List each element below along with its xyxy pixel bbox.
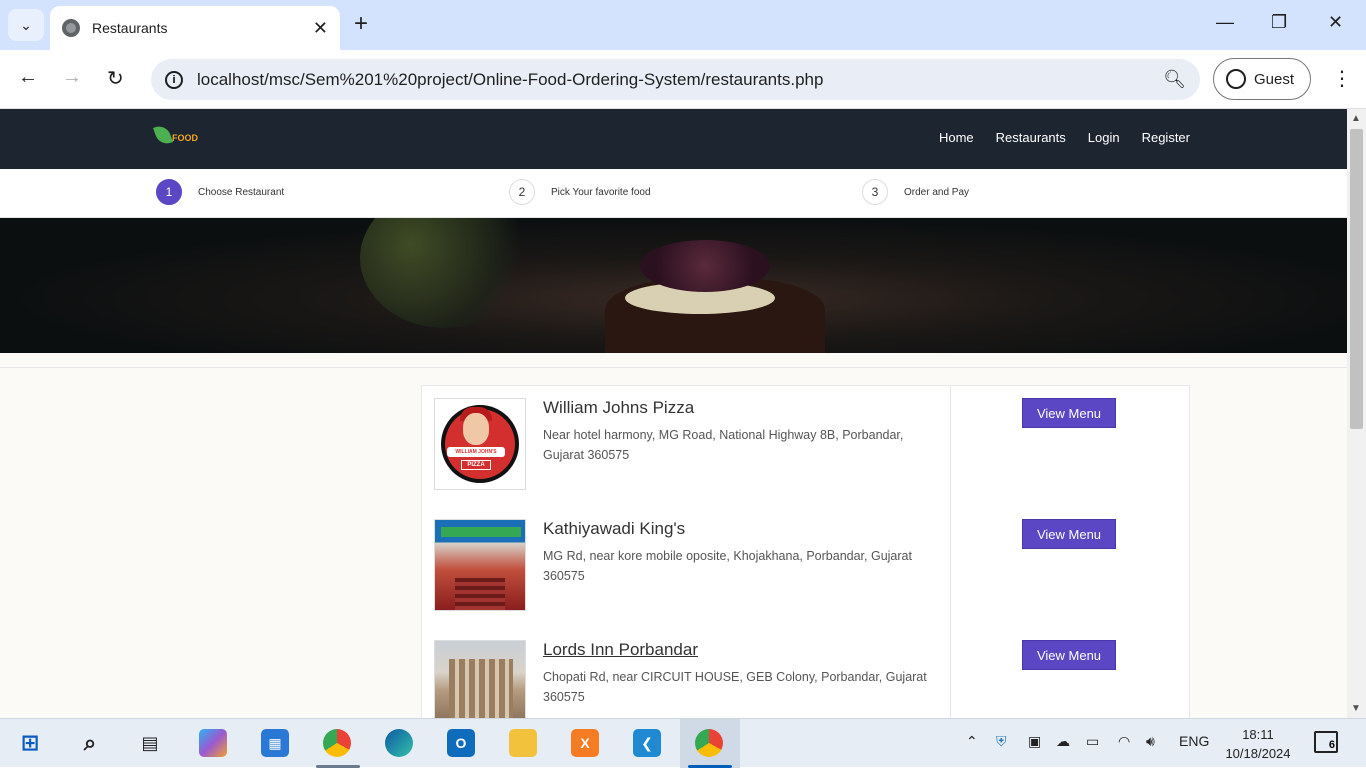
battery-icon[interactable]: ▭: [1086, 733, 1099, 750]
language-indicator[interactable]: ENG: [1179, 733, 1209, 749]
site-info-icon[interactable]: i: [165, 70, 183, 89]
windows-taskbar: ⊞ ⌕ ▤ ▦ O X ❮ ⌃ ⛨ ▣ ☁ ▭ ◠ 🔊︎ ENG 18:11 1…: [0, 718, 1366, 768]
browser-tab-bar: ⌄ Restaurants ✕ + — ❐ ✕: [0, 0, 1366, 50]
divider: [0, 367, 1347, 368]
restaurant-address: Chopati Rd, near CIRCUIT HOUSE, GEB Colo…: [543, 670, 927, 704]
chrome-active-icon[interactable]: [695, 729, 723, 757]
browser-toolbar: ← → ↻ i localhost/msc/Sem%201%20project/…: [0, 50, 1366, 109]
restaurant-photo[interactable]: [434, 519, 526, 611]
nav-link-register[interactable]: Register: [1142, 130, 1190, 145]
view-menu-button[interactable]: View Menu: [1022, 519, 1116, 549]
forward-icon[interactable]: →: [62, 66, 82, 89]
restaurant-name[interactable]: William Johns Pizza: [543, 398, 694, 418]
nav-link-restaurants[interactable]: Restaurants: [996, 130, 1066, 145]
restaurant-list: WILLIAM JOHN'S PIZZA William Johns Pizza…: [421, 385, 1190, 718]
restaurant-name[interactable]: Kathiyawadi King's: [543, 519, 685, 539]
restaurant-photo[interactable]: [434, 640, 526, 718]
logo-tag-text: PIZZA: [461, 460, 491, 470]
chrome-icon[interactable]: [323, 729, 351, 757]
step-order-pay: 3 Order and Pay: [862, 179, 969, 205]
scroll-up-icon[interactable]: ▲: [1351, 113, 1361, 124]
hero-banner-image: [0, 218, 1347, 353]
step-label: Pick Your favorite food: [551, 186, 651, 198]
onedrive-icon[interactable]: ☁: [1056, 733, 1070, 750]
close-tab-icon[interactable]: ✕: [313, 18, 328, 39]
view-menu-button[interactable]: View Menu: [1022, 398, 1116, 428]
vscode-icon[interactable]: ❮: [633, 729, 661, 757]
chevron-down-icon: ⌄: [20, 16, 32, 33]
restore-icon[interactable]: ❐: [1271, 12, 1287, 33]
notification-count: 6: [1328, 739, 1335, 751]
minimize-icon[interactable]: —: [1216, 12, 1234, 33]
restaurant-name[interactable]: Lords Inn Porbandar: [543, 640, 698, 660]
copilot-icon[interactable]: [199, 729, 227, 757]
order-steps: 1 Choose Restaurant 2 Pick Your favorite…: [0, 169, 1347, 218]
site-navbar: FOOD Home Restaurants Login Register: [0, 109, 1347, 169]
leaf-icon: [153, 123, 173, 147]
clock-time: 18:11: [1242, 727, 1274, 742]
step-number: 1: [156, 179, 182, 205]
globe-icon: [62, 19, 80, 37]
restaurant-item: Kathiyawadi King's MG Rd, near kore mobi…: [434, 519, 1174, 631]
new-tab-icon[interactable]: +: [354, 12, 368, 36]
restaurant-item: Lords Inn Porbandar Chopati Rd, near CIR…: [434, 640, 1174, 718]
step-label: Choose Restaurant: [198, 186, 285, 198]
back-icon[interactable]: ←: [18, 66, 38, 89]
scroll-down-icon[interactable]: ▼: [1351, 703, 1361, 714]
restaurant-address: MG Rd, near kore mobile oposite, Khojakh…: [543, 549, 912, 583]
profile-button[interactable]: Guest: [1213, 58, 1311, 100]
browser-tab[interactable]: Restaurants ✕: [50, 6, 340, 50]
profile-label: Guest: [1254, 70, 1295, 88]
meet-icon[interactable]: ▣: [1028, 733, 1041, 750]
close-window-icon[interactable]: ✕: [1328, 12, 1343, 33]
step-pick-food: 2 Pick Your favorite food: [509, 179, 651, 205]
system-clock[interactable]: 18:11 10/18/2024: [1218, 725, 1298, 763]
logo-text: FOOD: [172, 133, 198, 143]
menu-dots-icon[interactable]: ⋮: [1332, 66, 1352, 91]
reload-icon[interactable]: ↻: [107, 66, 124, 91]
zoom-icon[interactable]: 🔍︎: [1163, 69, 1186, 90]
tray-overflow-icon[interactable]: ⌃: [966, 733, 978, 750]
step-choose-restaurant: 1 Choose Restaurant: [156, 179, 284, 205]
edge-icon[interactable]: [385, 729, 413, 757]
scroll-thumb[interactable]: [1350, 129, 1363, 429]
avatar-icon: [1226, 69, 1246, 89]
logo-banner-text: WILLIAM JOHN'S: [447, 447, 505, 457]
task-view-icon[interactable]: ▤: [136, 729, 164, 757]
security-shield-icon[interactable]: ⛨: [996, 733, 1007, 750]
nav-link-home[interactable]: Home: [939, 130, 974, 145]
address-bar[interactable]: i localhost/msc/Sem%201%20project/Online…: [151, 59, 1200, 100]
restaurant-logo[interactable]: WILLIAM JOHN'S PIZZA: [434, 398, 526, 490]
step-number: 2: [509, 179, 535, 205]
search-icon[interactable]: ⌕: [76, 729, 104, 757]
view-menu-button[interactable]: View Menu: [1022, 640, 1116, 670]
nav-link-login[interactable]: Login: [1088, 130, 1120, 145]
restaurant-item: WILLIAM JOHN'S PIZZA William Johns Pizza…: [434, 398, 1174, 510]
page-viewport: FOOD Home Restaurants Login Register 1 C…: [0, 109, 1347, 718]
outlook-icon[interactable]: O: [447, 729, 475, 757]
notification-icon[interactable]: 6: [1314, 731, 1338, 753]
windows-start-icon[interactable]: ⊞: [16, 729, 44, 757]
step-label: Order and Pay: [904, 186, 970, 198]
wifi-icon[interactable]: ◠: [1118, 733, 1130, 750]
page-scrollbar[interactable]: ▲ ▼: [1347, 109, 1366, 718]
tab-search-button[interactable]: ⌄: [8, 9, 44, 41]
tab-title: Restaurants: [92, 20, 168, 36]
step-number: 3: [862, 179, 888, 205]
site-logo[interactable]: FOOD: [153, 123, 198, 147]
volume-icon[interactable]: 🔊︎: [1146, 733, 1155, 750]
file-explorer-icon[interactable]: [509, 729, 537, 757]
restaurant-address: Near hotel harmony, MG Road, National Hi…: [543, 428, 904, 462]
microsoft-store-icon[interactable]: ▦: [261, 729, 289, 757]
clock-date: 10/18/2024: [1225, 746, 1291, 761]
xampp-icon[interactable]: X: [571, 729, 599, 757]
url-text[interactable]: localhost/msc/Sem%201%20project/Online-F…: [197, 70, 1163, 90]
